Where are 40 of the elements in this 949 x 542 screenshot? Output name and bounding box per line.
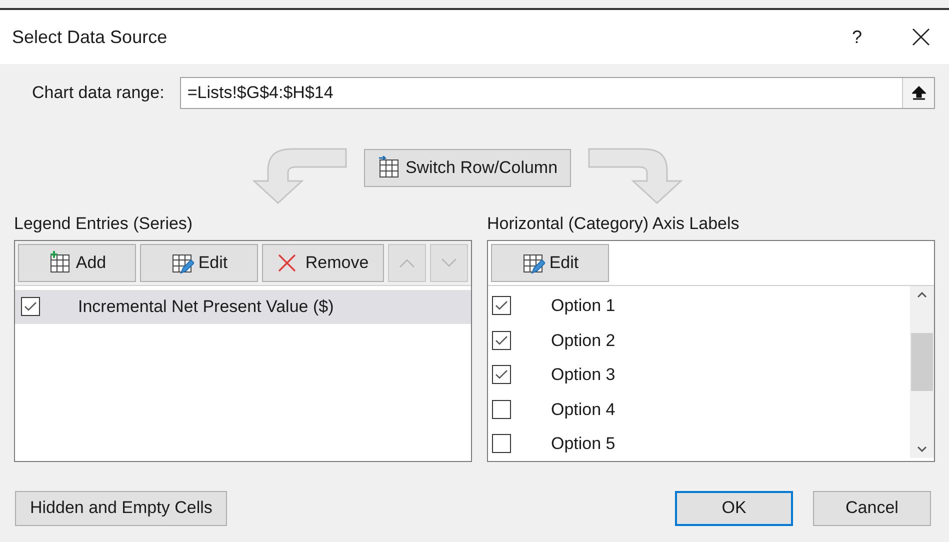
checkbox[interactable]	[492, 434, 511, 454]
edit-button[interactable]: Edit	[491, 244, 609, 282]
scrollbar-thumb[interactable]	[911, 332, 933, 390]
close-icon	[912, 28, 930, 46]
category-label: Option 2	[551, 330, 616, 352]
upload-arrow-icon	[912, 85, 926, 101]
axis-labels-heading: Horizontal (Category) Axis Labels	[487, 213, 740, 235]
category-label: Option 1	[551, 295, 616, 317]
scrollbar[interactable]	[910, 286, 934, 458]
range-label: Chart data range:	[32, 82, 164, 104]
checkbox[interactable]	[492, 296, 511, 316]
chevron-up-icon	[917, 292, 927, 298]
table-add-icon	[48, 250, 72, 274]
remove-button[interactable]: Remove	[262, 244, 384, 282]
curved-arrow-icon	[252, 147, 348, 205]
chevron-up-icon	[399, 258, 415, 268]
add-button[interactable]: Add	[18, 244, 136, 282]
category-label: Option 4	[551, 398, 616, 420]
checkbox[interactable]	[492, 365, 511, 384]
edit-button[interactable]: Edit	[140, 244, 258, 282]
window-title: Select Data Source	[12, 26, 168, 48]
ok-button[interactable]: OK	[675, 490, 793, 526]
checkbox[interactable]	[492, 400, 511, 419]
cancel-button[interactable]: Cancel	[813, 490, 931, 526]
range-field[interactable]: =Lists!$G$4:$H$14	[180, 77, 935, 109]
switch-row-column-button[interactable]: Switch Row/Column	[364, 149, 571, 187]
checkbox[interactable]	[21, 297, 40, 316]
legend-heading: Legend Entries (Series)	[14, 213, 194, 235]
checkbox[interactable]	[492, 330, 511, 350]
category-label: Option 3	[551, 364, 616, 386]
series-item[interactable]: Incremental Net Present Value ($)	[15, 290, 471, 324]
chevron-down-icon	[917, 446, 927, 452]
curved-arrow-icon	[586, 147, 683, 205]
hidden-empty-cells-button[interactable]: Hidden and Empty Cells	[15, 490, 228, 526]
category-label: Option 5	[551, 433, 616, 455]
chevron-down-icon	[441, 258, 457, 268]
x-icon	[277, 252, 298, 272]
help-button[interactable]: ?	[837, 24, 877, 50]
table-swap-icon	[377, 156, 402, 180]
collapse-button[interactable]	[902, 78, 934, 108]
